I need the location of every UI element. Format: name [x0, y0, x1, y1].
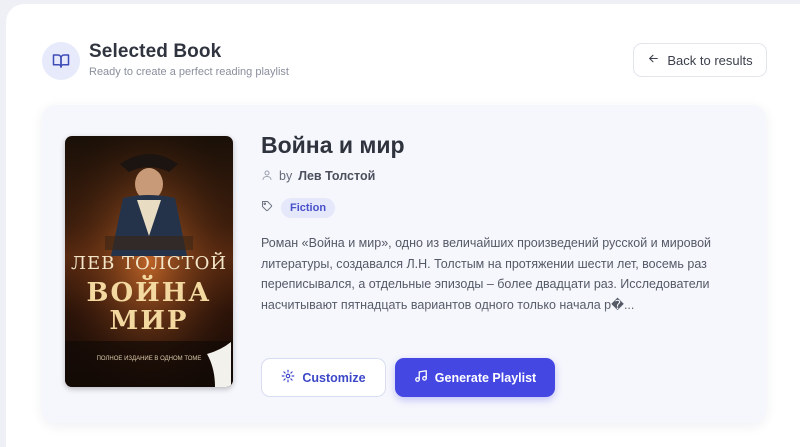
user-icon [261, 169, 273, 184]
description-fade [261, 306, 743, 332]
book-author: by Лев Толстой [261, 168, 375, 184]
cover-title-line2: МИР [109, 306, 189, 336]
author-prefix: by [279, 169, 293, 183]
author-name: Лев Толстой [298, 169, 376, 183]
cover-footer-text: ПОЛНОЕ ИЗДАНИЕ В ОДНОМ ТОМЕ [96, 356, 202, 362]
customize-button[interactable]: Customize [261, 358, 386, 397]
back-button-label: Back to results [667, 52, 753, 68]
generate-playlist-button[interactable]: Generate Playlist [395, 358, 555, 397]
book-open-icon [42, 42, 80, 80]
cover-author-text: ЛЕВ ТОЛСТОЙ [70, 253, 228, 274]
page-subtitle: Ready to create a perfect reading playli… [89, 66, 289, 78]
tag-icon [261, 199, 273, 217]
back-to-results-button[interactable]: Back to results [633, 43, 767, 77]
genre-badge: Fiction [281, 198, 336, 218]
book-description: Роман «Война и мир», одно из величайших … [261, 236, 712, 312]
music-note-icon [414, 369, 428, 386]
settings-icon [281, 369, 295, 386]
book-cover: ЛЕВ ТОЛСТОЙ ВОЙНА МИР ПОЛНОЕ ИЗДАНИЕ В О… [65, 136, 233, 387]
book-title: Война и мир [261, 132, 405, 158]
genre-row: Fiction [261, 197, 336, 219]
cover-title-line1: ВОЙНА [86, 278, 212, 308]
customize-label: Customize [302, 370, 366, 385]
generate-label: Generate Playlist [434, 370, 537, 385]
page-title: Selected Book [89, 41, 222, 62]
arrow-left-icon [647, 52, 660, 68]
